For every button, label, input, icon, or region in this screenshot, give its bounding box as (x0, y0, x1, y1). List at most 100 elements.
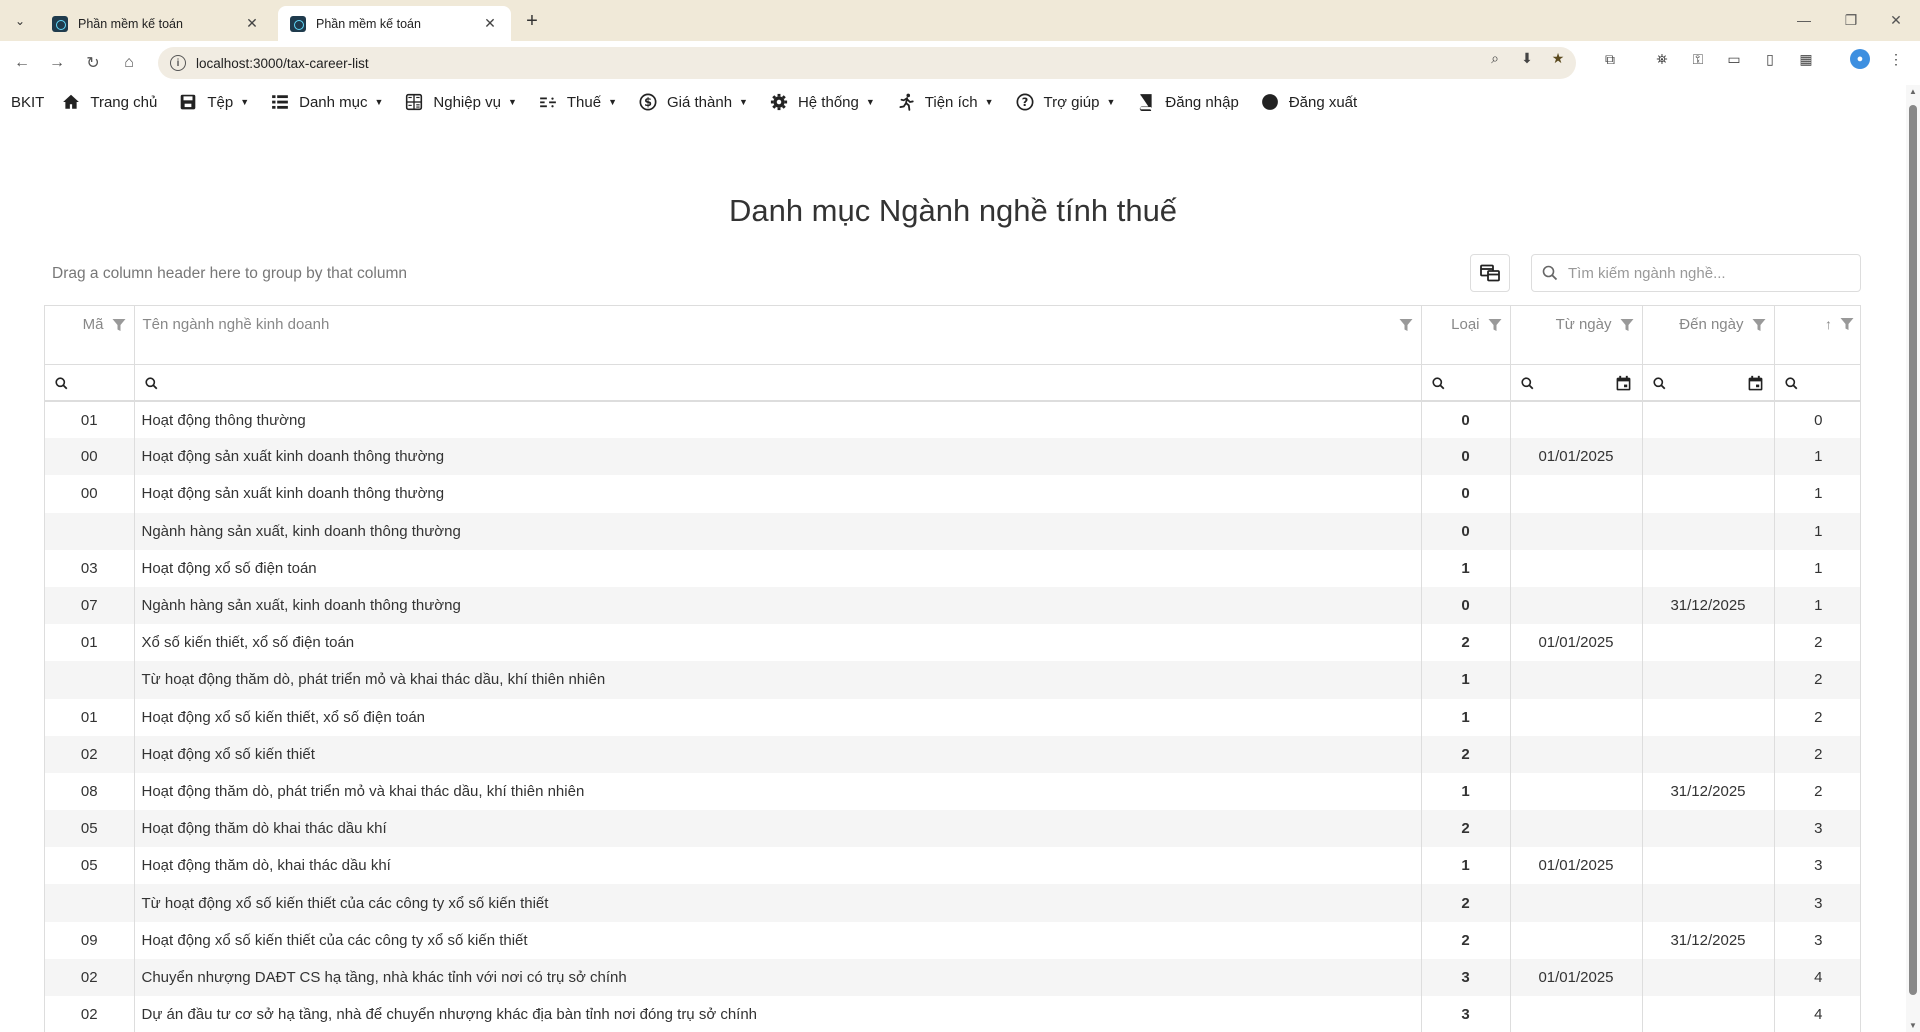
filter-icon[interactable] (1752, 318, 1766, 332)
cell-loai: 1 (1421, 661, 1511, 699)
minimize-icon[interactable]: — (1784, 8, 1824, 32)
filter-cell-tu-ngay[interactable] (1510, 364, 1643, 402)
cell-den-ngay (1642, 884, 1775, 922)
cell-ma: 05 (45, 810, 135, 848)
filter-icon[interactable] (1620, 318, 1634, 332)
table-row[interactable]: 00 Hoạt động sản xuất kinh doanh thông th… (45, 475, 1860, 513)
cell-ma: 05 (45, 847, 135, 885)
search-input[interactable]: Tìm kiếm ngành nghề... (1531, 254, 1861, 292)
table-row[interactable]: Từ hoạt động thăm dò, phát triển mỏ và k… (45, 661, 1860, 699)
header-ma[interactable]: Mã (45, 306, 135, 365)
back-arrow-icon[interactable]: ← (10, 51, 34, 75)
menu-nghiep-vu[interactable]: Nghiệp vụ ▼ (405, 93, 517, 111)
cell-den-ngay (1642, 958, 1775, 996)
reload-icon[interactable]: ↻ (81, 51, 105, 75)
cell-tu-ngay (1510, 512, 1643, 550)
menu-dang-nhap[interactable]: Đăng nhập (1137, 93, 1239, 111)
site-info-icon[interactable]: i (170, 55, 186, 71)
table-row[interactable]: 05 Hoạt động thăm dò, khai thác dầu khí 1 0… (45, 847, 1860, 885)
filter-icon[interactable] (1488, 318, 1502, 332)
menu-tep[interactable]: Tệp ▼ (179, 93, 249, 111)
filter-icon[interactable] (1399, 318, 1413, 332)
install-app-icon[interactable]: ⬇ (1518, 49, 1536, 67)
header-den-ngay[interactable]: Đến ngày (1642, 306, 1775, 365)
table-row[interactable]: 02 Hoạt động xổ số kiến thiết 2 2 (45, 735, 1860, 773)
forward-arrow-icon[interactable]: → (45, 51, 69, 75)
cell-loai: 1 (1421, 847, 1511, 885)
close-icon[interactable]: ✕ (243, 15, 261, 33)
new-tab-plus-icon[interactable]: + (520, 9, 544, 33)
calendar-icon[interactable] (1615, 375, 1632, 392)
bookmark-star-icon[interactable]: ★ (1549, 49, 1567, 67)
browser-tabstrip: ⌄ Phần mềm kế toán ✕ Phần mềm kế toán ✕ … (0, 0, 1920, 41)
cell-ten-nganh-nghe: Hoạt động thăm dò khai thác dầu khí (134, 810, 1422, 848)
menu-tro-giup[interactable]: ? Trợ giúp ▼ (1016, 93, 1115, 111)
filter-cell-ten[interactable] (134, 364, 1422, 402)
brand-label[interactable]: BKIT (11, 94, 44, 111)
filter-icon[interactable] (1840, 317, 1854, 331)
menu-thue[interactable]: Thuế ▼ (539, 93, 617, 111)
payment-card-icon[interactable]: ▭ (1724, 49, 1744, 69)
filter-icon[interactable] (112, 318, 126, 332)
filter-cell-den-ngay[interactable] (1642, 364, 1775, 402)
cell-nhom: 4 (1774, 958, 1860, 996)
menu-tien-ich[interactable]: Tiện ích ▼ (897, 93, 994, 111)
incognito-icon[interactable]: ⛯ (1652, 49, 1672, 69)
filter-cell-nhom[interactable] (1774, 364, 1860, 402)
menu-danh-muc[interactable]: Danh mục ▼ (271, 93, 383, 111)
tab-search-chevron-icon[interactable]: ⌄ (8, 9, 32, 33)
close-icon[interactable]: ✕ (481, 15, 499, 33)
group-panel[interactable]: Drag a column header here to group by th… (52, 265, 407, 283)
table-row[interactable]: 05 Hoạt động thăm dò khai thác dầu khí 2 3 (45, 810, 1860, 848)
side-panel-icon[interactable]: ▦ (1796, 49, 1816, 69)
scroll-up-arrow-icon[interactable]: ▲ (1909, 87, 1917, 96)
table-row[interactable]: 07 Ngành hàng sản xuất, kinh doanh thông … (45, 586, 1860, 625)
page-scrollbar[interactable]: ▲ ▼ (1906, 85, 1920, 1032)
filter-cell-ma[interactable] (45, 364, 135, 402)
calendar-icon[interactable] (1747, 375, 1764, 392)
browser-tab-2[interactable]: Phần mềm kế toán ✕ (278, 6, 511, 41)
search-icon (144, 376, 157, 389)
home-icon[interactable]: ⌂ (117, 51, 141, 75)
password-key-icon[interactable]: ⚿ (1688, 49, 1708, 69)
table-row[interactable]: 02 Chuyển nhượng DAĐT CS hạ tầng, nhà khá… (45, 958, 1860, 996)
table-row[interactable]: 08 Hoạt động thăm dò, phát triển mỏ và kh… (45, 772, 1860, 811)
menu-trang-chu[interactable]: Trang chủ (62, 93, 157, 111)
menu-he-thong[interactable]: Hệ thống ▼ (770, 93, 875, 111)
profile-avatar-icon[interactable]: ● (1850, 49, 1870, 69)
table-row[interactable]: 09 Hoạt động xổ số kiến thiết của các côn… (45, 921, 1860, 959)
menu-dang-xuat[interactable]: Đăng xuất (1261, 93, 1357, 111)
scrollbar-thumb[interactable] (1909, 105, 1917, 995)
reading-mode-icon[interactable]: ▯ (1760, 49, 1780, 69)
sort-ascending-icon[interactable]: ↑ (1825, 316, 1832, 332)
address-bar[interactable]: i localhost:3000/tax-career-list (158, 47, 1576, 79)
cell-loai: 2 (1421, 810, 1511, 848)
home-icon (62, 93, 80, 111)
table-row[interactable]: 01 Hoạt động thông thường 0 0 (45, 401, 1860, 439)
column-chooser-button[interactable] (1470, 254, 1510, 292)
filter-cell-loai[interactable] (1421, 364, 1511, 402)
table-row[interactable]: 03 Hoạt động xổ số điện toán 1 1 (45, 549, 1860, 587)
extensions-icon[interactable]: ⧉ (1600, 49, 1620, 69)
browser-tab-1[interactable]: Phần mềm kế toán ✕ (40, 6, 273, 41)
table-row[interactable]: 02 Dự án đầu tư cơ sở hạ tầng, nhà để chu… (45, 996, 1860, 1032)
table-row[interactable]: Ngành hàng sản xuất, kinh doanh thông th… (45, 512, 1860, 550)
window-close-icon[interactable]: ✕ (1876, 8, 1916, 32)
zoom-icon[interactable]: ⌕ (1486, 49, 1504, 67)
menu-label: Đăng xuất (1288, 93, 1358, 111)
header-nhom[interactable]: ↑ (1774, 306, 1860, 365)
header-ten-nganh-nghe[interactable]: Tên ngành nghề kinh doanh (134, 306, 1422, 365)
table-row[interactable]: 01 Hoạt động xổ số kiến thiết, xổ số điện… (45, 698, 1860, 736)
caret-down-icon: ▼ (507, 97, 517, 107)
header-loai[interactable]: Loại (1421, 306, 1511, 365)
menu-gia-thanh[interactable]: $ Giá thành ▼ (639, 93, 748, 111)
table-row[interactable]: Từ hoạt động xổ số kiến thiết của các cô… (45, 884, 1860, 922)
scroll-down-arrow-icon[interactable]: ▼ (1909, 1021, 1917, 1030)
more-menu-icon[interactable]: ⋮ (1886, 49, 1906, 69)
cell-tu-ngay (1510, 735, 1643, 773)
table-row[interactable]: 00 Hoạt động sản xuất kinh doanh thông th… (45, 438, 1860, 476)
search-icon (1520, 376, 1533, 389)
table-row[interactable]: 01 Xổ số kiến thiết, xổ số điện toán 2 01/0… (45, 624, 1860, 662)
header-tu-ngay[interactable]: Từ ngày (1510, 306, 1643, 365)
restore-icon[interactable]: ❐ (1831, 8, 1871, 32)
